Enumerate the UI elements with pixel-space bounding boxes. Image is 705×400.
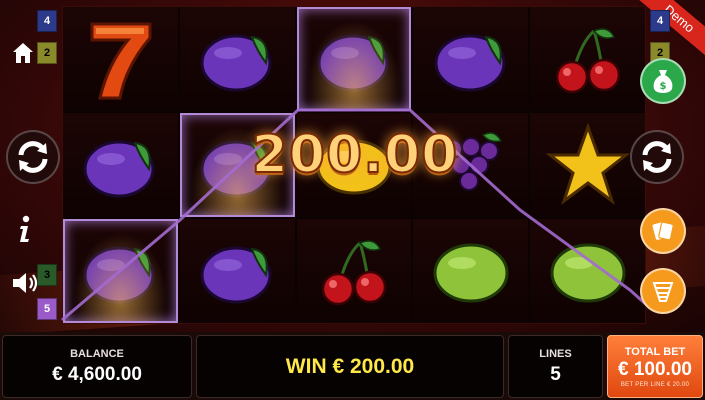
line-indicator-2-left: 2 [37, 42, 57, 64]
symbol-lime [530, 219, 645, 323]
line-indicator-4-left: 4 [37, 10, 57, 32]
plum-symbol-icon [200, 246, 272, 304]
autoplay-button[interactable] [640, 268, 686, 314]
symbol-seven [63, 7, 178, 111]
symbol-cherry [296, 219, 412, 323]
spin-arrows-icon [18, 141, 48, 173]
lime-symbol-icon [433, 243, 509, 303]
lime-symbol-icon [550, 243, 626, 303]
symbol-plum [63, 113, 178, 217]
seven-symbol-icon [90, 22, 152, 100]
game-stage: 200.00 Demo 4 2 3 5 4 2 $ [0, 0, 705, 332]
total-bet-value: € 100.00 [618, 358, 692, 380]
playing-cards-icon [652, 221, 674, 241]
plum-symbol-icon [200, 34, 272, 92]
info-icon [20, 215, 30, 242]
stack-icon [652, 282, 674, 302]
money-bag-icon: $ [653, 70, 673, 93]
info-button[interactable] [14, 214, 36, 244]
symbol-cherry [530, 7, 645, 111]
plum-symbol-icon [317, 34, 389, 92]
sound-button[interactable] [10, 268, 40, 298]
spin-button-left[interactable] [6, 130, 60, 184]
lines-panel[interactable]: LINES 5 [508, 335, 603, 398]
total-bet-label: TOTAL BET [624, 345, 686, 358]
gamble-button[interactable] [640, 208, 686, 254]
star-symbol-icon [545, 123, 630, 206]
home-icon [13, 43, 33, 63]
lines-value: 5 [550, 363, 561, 385]
symbol-lime [413, 219, 529, 323]
line-indicator-4-right: 4 [650, 10, 670, 32]
symbol-plum [179, 219, 295, 323]
symbol-star [530, 113, 645, 217]
symbol-plum [179, 7, 295, 111]
cherry-symbol-icon [321, 240, 387, 306]
symbol-plum [63, 219, 178, 323]
bet-per-line-label: BET PER LINE € 20.00 [620, 381, 690, 388]
balance-label: BALANCE [70, 347, 124, 360]
bottom-bar: BALANCE € 4,600.00 WIN € 200.00 LINES 5 … [0, 332, 705, 400]
plum-symbol-icon [434, 34, 506, 92]
reel-5 [530, 7, 645, 323]
balance-panel: BALANCE € 4,600.00 [2, 335, 192, 398]
home-button[interactable] [10, 40, 36, 66]
spin-button-right[interactable] [630, 130, 684, 184]
buy-bonus-button[interactable]: $ [640, 58, 686, 104]
speaker-icon [13, 273, 38, 293]
cherry-symbol-icon [555, 28, 620, 94]
win-text: WIN € 200.00 [285, 354, 415, 378]
total-bet-panel[interactable]: TOTAL BET € 100.00 BET PER LINE € 20.00 [607, 335, 703, 398]
symbol-plum [296, 7, 412, 111]
symbol-plum [413, 7, 529, 111]
plum-symbol-icon [83, 140, 155, 198]
spin-arrows-icon [642, 141, 672, 173]
line-indicator-3-left: 3 [37, 264, 57, 286]
win-panel: WIN € 200.00 [196, 335, 504, 398]
line-indicator-5-left: 5 [37, 298, 57, 320]
reel-1 [63, 7, 178, 323]
svg-text:$: $ [660, 81, 667, 92]
plum-symbol-icon [83, 246, 155, 304]
lines-label: LINES [539, 347, 572, 360]
balance-value: € 4,600.00 [52, 363, 142, 385]
win-amount-display: 200.00 [251, 124, 459, 186]
